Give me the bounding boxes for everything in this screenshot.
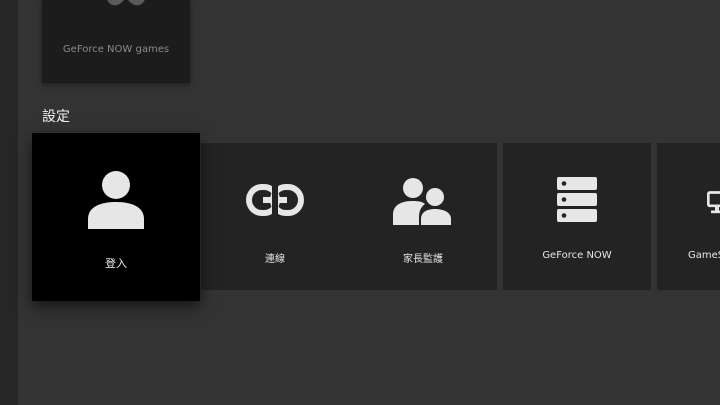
tile-connection-label: 連線 (265, 254, 285, 265)
tile-gamestream[interactable]: GameS (657, 143, 720, 290)
people-icon (393, 178, 451, 225)
tile-geforce-now-label: GeForce NOW (542, 250, 612, 261)
settings-row: 登入 連線 家長監護 GeForce NOW Game (0, 0, 720, 405)
tile-parental-control[interactable]: 家長監護 (349, 143, 497, 290)
link-icon (246, 183, 304, 217)
person-icon (88, 171, 144, 229)
tile-geforce-now[interactable]: GeForce NOW (503, 143, 651, 290)
tile-gamestream-label: GameS (688, 250, 720, 261)
tile-connection[interactable]: 連線 (201, 143, 349, 290)
tile-parental-control-label: 家長監護 (403, 254, 443, 265)
tile-sign-in-label: 登入 (105, 257, 127, 270)
monitor-icon (707, 191, 720, 214)
server-icon (557, 177, 597, 222)
tile-sign-in[interactable]: 登入 (32, 133, 200, 301)
